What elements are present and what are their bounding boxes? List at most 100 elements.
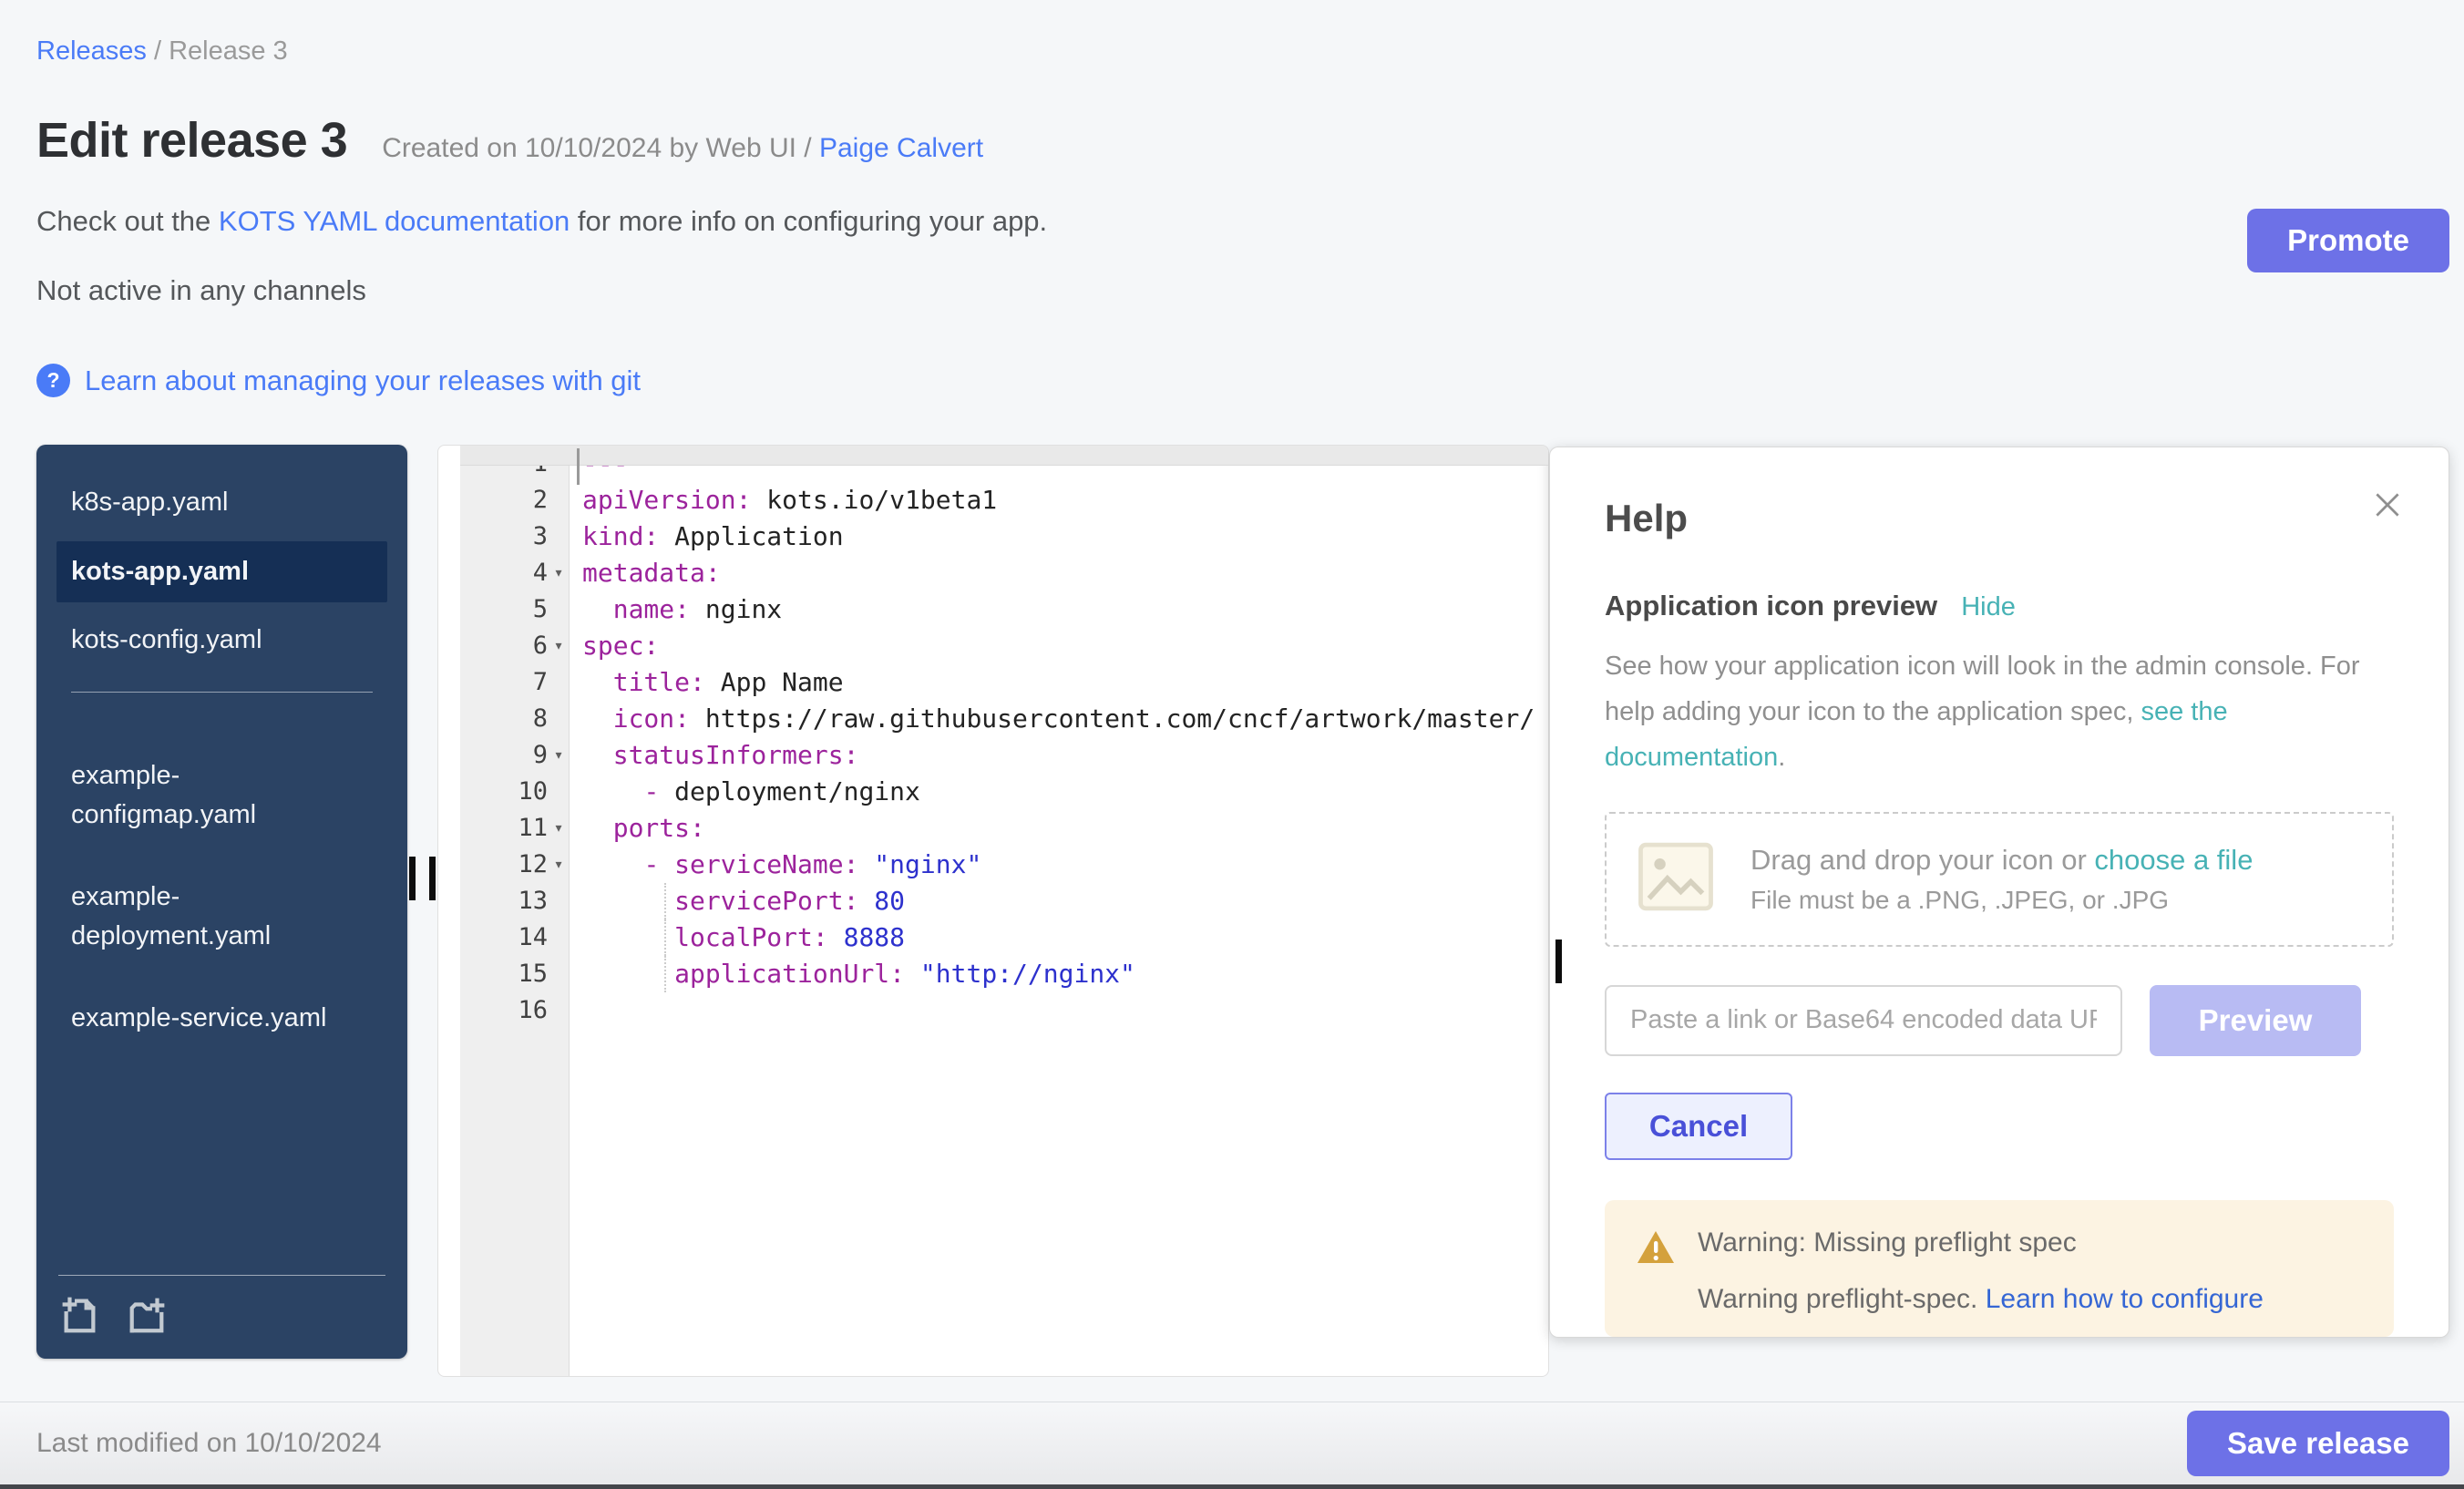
line-number: 5 <box>460 591 548 628</box>
sidebar-footer <box>58 1275 385 1340</box>
preflight-warning: Warning: Missing preflight spec Warning … <box>1605 1200 2394 1337</box>
code-line-3[interactable]: 3 kind: Application <box>460 519 1548 555</box>
fold-arrow-icon[interactable]: ▾ <box>548 737 570 774</box>
resize-grip <box>1555 940 1562 983</box>
line-number: 8 <box>460 701 548 737</box>
promote-button[interactable]: Promote <box>2247 209 2449 272</box>
fold-arrow-icon[interactable]: ▾ <box>548 810 570 847</box>
learn-git-row: ? Learn about managing your releases wit… <box>36 364 2449 397</box>
code-text: name: nginx <box>582 594 782 624</box>
line-number: 7 <box>460 664 548 701</box>
line-number: 6 <box>460 628 548 664</box>
add-folder-icon[interactable] <box>126 1294 168 1340</box>
sidebar-file-example-configmap.yaml[interactable]: example-configmap.yaml <box>56 745 357 847</box>
code-text: title: App Name <box>582 667 844 697</box>
dropzone-line2: File must be a .PNG, .JPEG, or .JPG <box>1750 886 2253 915</box>
editor-code-lines: 1---2apiVersion: kots.io/v1beta13kind: A… <box>438 446 1548 1029</box>
code-line-7[interactable]: 7 title: App Name <box>460 664 1548 701</box>
code-text: ports: <box>582 813 705 843</box>
code-line-14[interactable]: 14 localPort: 8888 <box>460 919 1548 956</box>
resize-grip <box>409 857 416 900</box>
description-text: See how your application icon will look … <box>1605 652 2360 726</box>
kots-file-list: k8s-app.yaml kots-app.yaml kots-config.yam… <box>36 445 407 672</box>
code-line-16[interactable]: 16 <box>460 992 1548 1029</box>
sidebar-file-example-deployment.yaml[interactable]: example-deployment.yaml <box>56 867 357 968</box>
code-line-6[interactable]: 6▾ spec: <box>460 628 1548 664</box>
indent-guide <box>664 883 666 919</box>
help-panel-resize-handle[interactable] <box>1549 940 1562 983</box>
sidebar-resize-handle[interactable] <box>407 857 437 900</box>
page-title: Edit release 3 <box>36 112 347 169</box>
code-line-5[interactable]: 5 name: nginx <box>460 591 1548 628</box>
code-line-2[interactable]: 2apiVersion: kots.io/v1beta1 <box>460 482 1548 519</box>
example-file-list: example-configmap.yaml example-deployment… <box>36 718 407 1050</box>
warning-line2: Warning preflight-spec. Learn how to con… <box>1698 1284 2264 1315</box>
created-text: Created on 10/10/2024 by Web UI / <box>382 133 819 163</box>
code-line-12[interactable]: 12▾ - serviceName: "nginx" <box>460 847 1548 883</box>
code-line-10[interactable]: 10 - deployment/nginx <box>460 774 1548 810</box>
add-file-icon[interactable] <box>58 1294 100 1340</box>
image-placeholder-icon <box>1636 837 1716 921</box>
fold-arrow-icon[interactable]: ▾ <box>548 847 570 883</box>
window-bottom-edge <box>0 1484 2464 1489</box>
code-text: servicePort: 80 <box>582 886 905 916</box>
line-number: 14 <box>460 919 548 956</box>
code-line-13[interactable]: 13 servicePort: 80 <box>460 883 1548 919</box>
sidebar-file-kots-config.yaml[interactable]: kots-config.yaml <box>56 610 357 672</box>
learn-git-link[interactable]: Learn about managing your releases with … <box>85 365 641 397</box>
help-panel: Help Application icon preview Hide See h… <box>1549 447 2449 1338</box>
line-number: 3 <box>460 519 548 555</box>
icon-preview-description: See how your application icon will look … <box>1605 644 2394 781</box>
code-line-8[interactable]: 8 icon: https://raw.githubusercontent.co… <box>460 701 1548 737</box>
preview-button[interactable]: Preview <box>2150 985 2361 1056</box>
code-line-4[interactable]: 4▾metadata: <box>460 555 1548 591</box>
docs-line-before: Check out the <box>36 205 219 237</box>
choose-file-link[interactable]: choose a file <box>2094 844 2253 876</box>
file-sidebar: k8s-app.yaml kots-app.yaml kots-config.yam… <box>36 445 407 1359</box>
breadcrumb: Releases / Release 3 <box>36 36 2449 67</box>
file-list-divider <box>71 692 373 693</box>
breadcrumb-releases-link[interactable]: Releases <box>36 36 147 66</box>
indent-guide <box>664 956 666 992</box>
editor-cursor <box>577 448 580 485</box>
save-release-button[interactable]: Save release <box>2187 1411 2449 1476</box>
sidebar-file-k8s-app.yaml[interactable]: k8s-app.yaml <box>56 472 357 534</box>
fold-arrow-icon[interactable]: ▾ <box>548 555 570 591</box>
code-text: kind: Application <box>582 521 844 551</box>
line-number: 11 <box>460 810 548 847</box>
learn-how-to-configure-link[interactable]: Learn how to configure <box>1986 1284 2264 1314</box>
question-circle-icon: ? <box>36 364 70 397</box>
code-line-15[interactable]: 15 applicationUrl: "http://nginx" <box>460 956 1548 992</box>
resize-grip <box>429 857 436 900</box>
kots-yaml-docs-link[interactable]: KOTS YAML documentation <box>219 205 570 237</box>
cancel-button[interactable]: Cancel <box>1605 1093 1792 1160</box>
icon-preview-title: Application icon preview <box>1605 590 1937 622</box>
created-by-link[interactable]: Paige Calvert <box>819 133 983 163</box>
line-number: 15 <box>460 956 548 992</box>
last-modified-text: Last modified on 10/10/2024 <box>36 1428 382 1459</box>
code-text: icon: https://raw.githubusercontent.com/… <box>582 703 1535 734</box>
page-header: Edit release 3 Created on 10/10/2024 by … <box>36 112 2449 169</box>
yaml-editor[interactable]: 1---2apiVersion: kots.io/v1beta13kind: A… <box>437 445 1549 1377</box>
code-text: statusInformers: <box>582 740 858 770</box>
code-text: - deployment/nginx <box>582 776 920 806</box>
code-line-9[interactable]: 9▾ statusInformers: <box>460 737 1548 774</box>
breadcrumb-current: Release 3 <box>169 36 288 66</box>
icon-dropzone[interactable]: Drag and drop your icon or choose a file… <box>1605 812 2394 947</box>
code-text: spec: <box>582 631 659 661</box>
channel-status: Not active in any channels <box>36 274 1047 307</box>
icon-url-input[interactable] <box>1605 985 2122 1056</box>
line-number: 2 <box>460 482 548 519</box>
hide-link[interactable]: Hide <box>1961 592 2016 622</box>
line-number: 12 <box>460 847 548 883</box>
main-row: k8s-app.yaml kots-app.yaml kots-config.yam… <box>36 445 2449 1377</box>
sidebar-file-example-service.yaml[interactable]: example-service.yaml <box>56 988 357 1050</box>
icon-preview-section-head: Application icon preview Hide <box>1605 590 2394 622</box>
fold-arrow-icon[interactable]: ▾ <box>548 628 570 664</box>
warning-line1: Warning: Missing preflight spec <box>1698 1227 2264 1258</box>
close-icon[interactable] <box>2370 488 2405 527</box>
sidebar-file-kots-app.yaml[interactable]: kots-app.yaml <box>56 541 387 603</box>
code-line-11[interactable]: 11▾ ports: <box>460 810 1548 847</box>
line-number: 13 <box>460 883 548 919</box>
dropzone-line1: Drag and drop your icon or choose a file <box>1750 844 2253 877</box>
